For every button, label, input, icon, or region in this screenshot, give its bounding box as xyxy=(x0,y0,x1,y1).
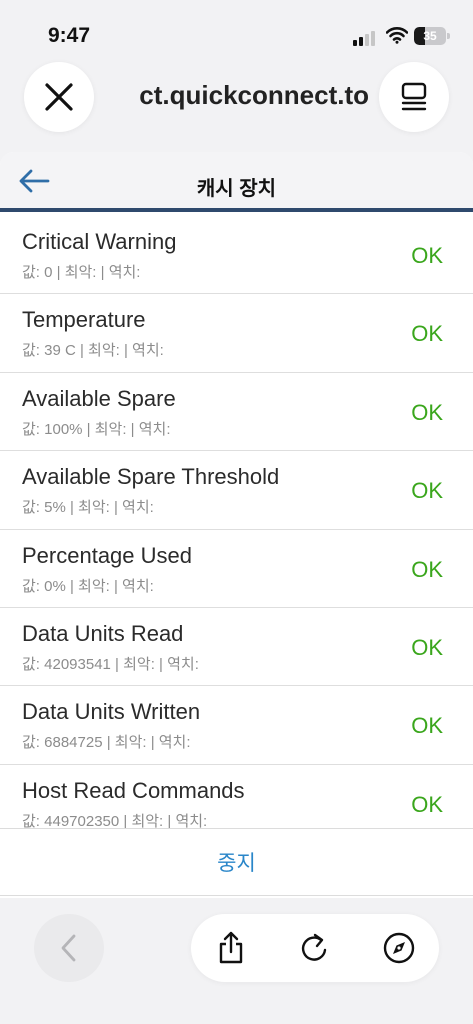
status-badge: OK xyxy=(411,321,443,347)
reload-icon xyxy=(301,933,327,961)
battery-icon: 35 xyxy=(414,27,450,45)
close-icon xyxy=(45,83,73,111)
attribute-name: Percentage Used xyxy=(22,542,192,568)
battery-percent: 35 xyxy=(423,29,437,43)
status-badge: OK xyxy=(411,243,443,268)
wifi-icon xyxy=(386,27,408,44)
chevron-left-icon xyxy=(61,934,76,962)
attribute-list[interactable]: Critical Warning 값: 0 | 최악: | 역치: OK Tem… xyxy=(0,216,473,828)
status-badge: OK xyxy=(411,478,443,504)
page-title: 캐시 장치 xyxy=(196,178,277,200)
compass-button[interactable] xyxy=(379,928,419,968)
status-badge: OK xyxy=(411,556,443,582)
list-item: Data Units Read 값: 42093541 | 최악: | 역치: … xyxy=(0,608,473,687)
reload-button[interactable] xyxy=(294,928,334,968)
attribute-name: Data Units Written xyxy=(22,699,201,725)
attribute-detail: 값: 5% | 최악: | 역치: xyxy=(22,499,154,517)
attribute-name: Critical Warning xyxy=(22,229,177,254)
tabs-icon xyxy=(401,82,427,111)
status-time: 9:47 xyxy=(48,24,91,47)
share-icon xyxy=(219,931,243,964)
screen: 9:47 35 ct.quickconnect.to 캐시 장치 Critica… xyxy=(0,0,473,1024)
browser-toolbar xyxy=(191,914,439,982)
attribute-name: Host Read Commands xyxy=(22,777,245,803)
attribute-detail: 값: 42093541 | 최악: | 역치: xyxy=(22,655,199,673)
attribute-detail: 값: 100% | 최악: | 역치: xyxy=(22,420,171,438)
web-content: 캐시 장치 Critical Warning 값: 0 | 최악: | 역치: … xyxy=(0,152,473,898)
stop-bar: 중지 xyxy=(0,828,473,896)
page-header: 캐시 장치 xyxy=(0,152,473,212)
list-item: Available Spare 값: 100% | 최악: | 역치: OK xyxy=(0,373,473,452)
status-badge: OK xyxy=(411,399,443,425)
attribute-detail: 값: 449702350 | 최악: | 역치: xyxy=(22,812,208,828)
attribute-detail: 값: 39 C | 최악: | 역치: xyxy=(22,342,164,360)
attribute-name: Data Units Read xyxy=(22,620,184,646)
tabs-button[interactable] xyxy=(379,62,449,132)
status-badge: OK xyxy=(411,634,443,660)
attribute-detail: 값: 0 | 최악: | 역치: xyxy=(22,264,141,281)
list-item: Host Read Commands 값: 449702350 | 최악: | … xyxy=(0,765,473,828)
nav-back-button[interactable] xyxy=(34,914,104,982)
list-item: Temperature 값: 39 C | 최악: | 역치: OK xyxy=(0,294,473,373)
status-bar: 9:47 35 xyxy=(0,0,473,60)
list-item: Critical Warning 값: 0 | 최악: | 역치: OK xyxy=(0,216,473,295)
attribute-detail: 값: 6884725 | 최악: | 역치: xyxy=(22,734,191,752)
status-badge: OK xyxy=(411,713,443,739)
list-item: Data Units Written 값: 6884725 | 최악: | 역치… xyxy=(0,686,473,765)
share-button[interactable] xyxy=(211,928,251,968)
attribute-name: Available Spare xyxy=(22,385,176,411)
cellular-signal-icon xyxy=(353,30,379,46)
close-button[interactable] xyxy=(24,62,94,132)
attribute-name: Available Spare Threshold xyxy=(22,464,280,490)
stop-button[interactable]: 중지 xyxy=(217,847,256,877)
list-item: Percentage Used 값: 0% | 최악: | 역치: OK xyxy=(0,530,473,608)
url-text: ct.quickconnect.to xyxy=(139,80,369,110)
attribute-name: Temperature xyxy=(22,307,146,333)
url-bar[interactable]: ct.quickconnect.to xyxy=(95,70,379,122)
attribute-detail: 값: 0% | 최악: | 역치: xyxy=(22,577,154,595)
status-badge: OK xyxy=(411,791,443,817)
compass-icon xyxy=(383,932,415,964)
list-item: Available Spare Threshold 값: 5% | 최악: | … xyxy=(0,451,473,530)
